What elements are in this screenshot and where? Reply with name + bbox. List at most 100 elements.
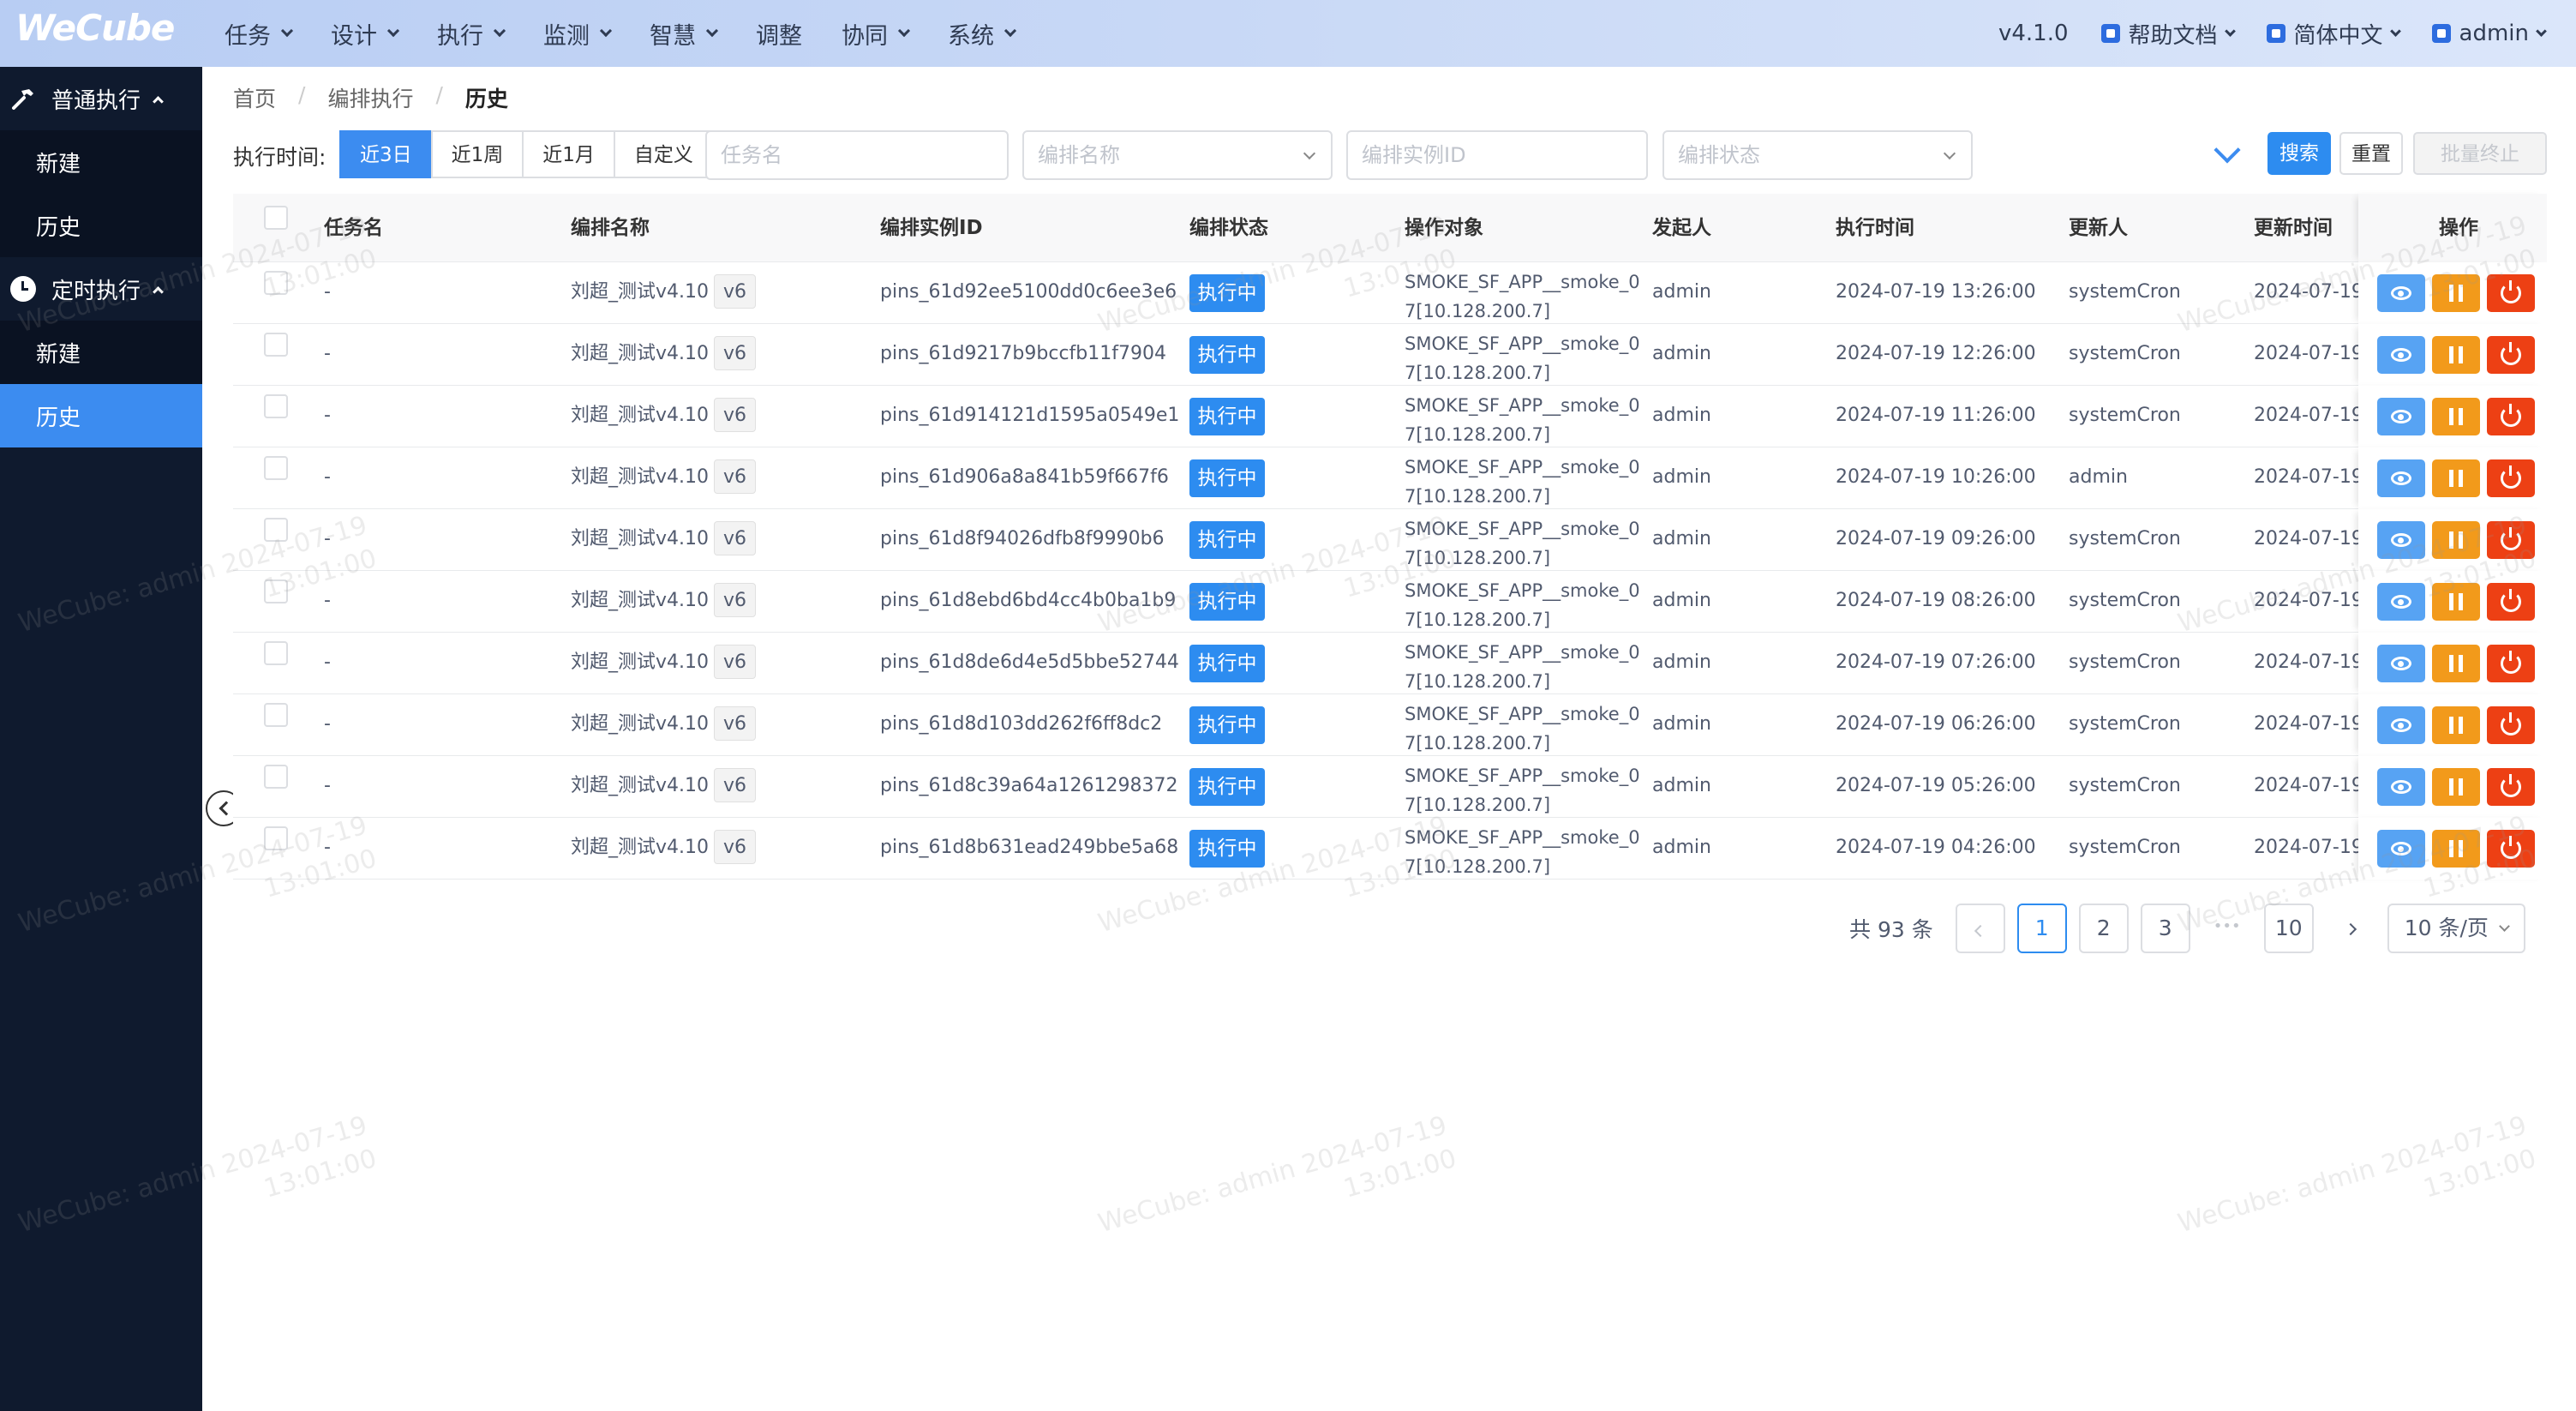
cell-instance-id[interactable]: pins_61d92ee5100dd0c6ee3e6 (880, 281, 1177, 303)
pause-button[interactable] (2432, 274, 2480, 312)
page-1[interactable]: 1 (2016, 904, 2067, 953)
instance-id-input[interactable]: 编排实例ID (1346, 130, 1648, 180)
page-size-select[interactable]: 10 条/页 (2387, 904, 2525, 953)
pause-button[interactable] (2432, 645, 2480, 682)
sidebar-group-timed[interactable]: 定时执行 (0, 257, 202, 321)
pause-button[interactable] (2432, 706, 2480, 744)
stop-button[interactable] (2487, 398, 2535, 435)
view-button[interactable] (2377, 336, 2425, 374)
page-3[interactable]: 3 (2140, 904, 2190, 953)
task-name-input[interactable]: 任务名 (705, 130, 1009, 180)
stop-button[interactable] (2487, 521, 2535, 559)
pause-button[interactable] (2432, 336, 2480, 374)
table-row[interactable]: - 刘超_测试v4.10 v6 pins_61d8b631ead249bbe5a6… (233, 818, 2547, 880)
nav-item-4[interactable]: 智慧 (650, 17, 719, 51)
row-checkbox[interactable] (264, 456, 288, 480)
stop-button[interactable] (2487, 336, 2535, 374)
row-checkbox[interactable] (264, 518, 288, 542)
status-select[interactable]: 编排状态 (1662, 130, 1973, 180)
nav-item-2[interactable]: 执行 (437, 17, 506, 51)
cell-instance-id[interactable]: pins_61d9217b9bccfb11f7904 (880, 343, 1166, 364)
pause-button[interactable] (2432, 459, 2480, 497)
view-button[interactable] (2377, 583, 2425, 621)
nav-item-3[interactable]: 监测 (543, 17, 613, 51)
app-logo[interactable]: WeCube (15, 7, 175, 49)
cell-instance-id[interactable]: pins_61d8f94026dfb8f9990b6 (880, 528, 1165, 549)
view-button[interactable] (2377, 768, 2425, 806)
row-checkbox[interactable] (264, 765, 288, 789)
row-checkbox[interactable] (264, 271, 288, 295)
user-menu[interactable]: admin (2431, 21, 2547, 46)
flow-name-select[interactable]: 编排名称 (1022, 130, 1333, 180)
sidebar-item-normal-new[interactable]: 新建 (0, 130, 202, 194)
help-docs-menu[interactable]: 帮助文档 (2100, 18, 2236, 50)
nav-item-0[interactable]: 任务 (225, 17, 294, 51)
next-page-button[interactable] (2325, 904, 2375, 953)
row-checkbox[interactable] (264, 826, 288, 850)
sidebar-group-normal[interactable]: 普通执行 (0, 67, 202, 130)
stop-button[interactable] (2487, 645, 2535, 682)
page-2[interactable]: 2 (2078, 904, 2129, 953)
row-checkbox[interactable] (264, 333, 288, 357)
table-row[interactable]: - 刘超_测试v4.10 v6 pins_61d8ebd6bd4cc4b0ba1b… (233, 571, 2547, 633)
page-ellipsis[interactable]: ••• (2202, 904, 2252, 953)
cell-instance-id[interactable]: pins_61d8b631ead249bbe5a68 (880, 837, 1178, 858)
table-row[interactable]: - 刘超_测试v4.10 v6 pins_61d906a8a841b59f667f… (233, 447, 2547, 509)
language-menu[interactable]: 简体中文 (2266, 18, 2401, 50)
cell-instance-id[interactable]: pins_61d8de6d4e5d5bbe52744 (880, 651, 1179, 673)
view-button[interactable] (2377, 398, 2425, 435)
nav-item-1[interactable]: 设计 (331, 17, 400, 51)
view-button[interactable] (2377, 521, 2425, 559)
table-row[interactable]: - 刘超_测试v4.10 v6 pins_61d8c39a64a126129837… (233, 756, 2547, 818)
row-checkbox[interactable] (264, 579, 288, 603)
table-row[interactable]: - 刘超_测试v4.10 v6 pins_61d8de6d4e5d5bbe5274… (233, 633, 2547, 694)
cell-instance-id[interactable]: pins_61d8c39a64a1261298372 (880, 775, 1177, 796)
cell-instance-id[interactable]: pins_61d8ebd6bd4cc4b0ba1b9 (880, 590, 1176, 611)
stop-button[interactable] (2487, 830, 2535, 868)
stop-button[interactable] (2487, 583, 2535, 621)
reset-button[interactable]: 重置 (2339, 132, 2403, 175)
time-option-3d[interactable]: 近3日 (339, 130, 433, 178)
table-row[interactable]: - 刘超_测试v4.10 v6 pins_61d8f94026dfb8f9990b… (233, 509, 2547, 571)
pause-button[interactable] (2432, 768, 2480, 806)
search-button[interactable]: 搜索 (2267, 132, 2331, 175)
table-row[interactable]: - 刘超_测试v4.10 v6 pins_61d914121d1595a0549e… (233, 386, 2547, 447)
pause-button[interactable] (2432, 521, 2480, 559)
view-button[interactable] (2377, 459, 2425, 497)
row-checkbox[interactable] (264, 703, 288, 727)
sidebar-item-timed-history[interactable]: 历史 (0, 384, 202, 447)
row-checkbox[interactable] (264, 394, 288, 418)
stop-button[interactable] (2487, 768, 2535, 806)
cell-instance-id[interactable]: pins_61d906a8a841b59f667f6 (880, 466, 1169, 488)
pause-button[interactable] (2432, 398, 2480, 435)
table-row[interactable]: - 刘超_测试v4.10 v6 pins_61d8d103dd262f6ff8dc… (233, 694, 2547, 756)
sidebar-item-timed-new[interactable]: 新建 (0, 321, 202, 384)
pause-button[interactable] (2432, 830, 2480, 868)
nav-item-5[interactable]: 调整 (756, 17, 802, 51)
nav-item-7[interactable]: 系统 (948, 17, 1017, 51)
expand-filters-icon[interactable] (2214, 136, 2241, 164)
sidebar-item-normal-history[interactable]: 历史 (0, 194, 202, 257)
time-option-custom[interactable]: 自定义 (613, 130, 714, 178)
view-button[interactable] (2377, 645, 2425, 682)
stop-button[interactable] (2487, 459, 2535, 497)
cell-instance-id[interactable]: pins_61d914121d1595a0549e1 (880, 405, 1179, 426)
table-row[interactable]: - 刘超_测试v4.10 v6 pins_61d9217b9bccfb11f790… (233, 324, 2547, 386)
prev-page-button[interactable] (1955, 904, 2005, 953)
view-button[interactable] (2377, 706, 2425, 744)
time-option-1m[interactable]: 近1月 (522, 130, 615, 178)
batch-stop-button[interactable]: 批量终止 (2413, 132, 2547, 175)
select-all-checkbox[interactable] (264, 206, 288, 230)
row-checkbox[interactable] (264, 641, 288, 665)
breadcrumb-home[interactable]: 首页 (233, 82, 276, 113)
pause-button[interactable] (2432, 583, 2480, 621)
view-button[interactable] (2377, 274, 2425, 312)
nav-item-6[interactable]: 协同 (842, 17, 911, 51)
time-option-1w[interactable]: 近1周 (430, 130, 524, 178)
view-button[interactable] (2377, 830, 2425, 868)
breadcrumb-flow-exec[interactable]: 编排执行 (327, 82, 413, 113)
stop-button[interactable] (2487, 706, 2535, 744)
cell-instance-id[interactable]: pins_61d8d103dd262f6ff8dc2 (880, 713, 1162, 735)
stop-button[interactable] (2487, 274, 2535, 312)
page-last[interactable]: 10 (2263, 904, 2314, 953)
